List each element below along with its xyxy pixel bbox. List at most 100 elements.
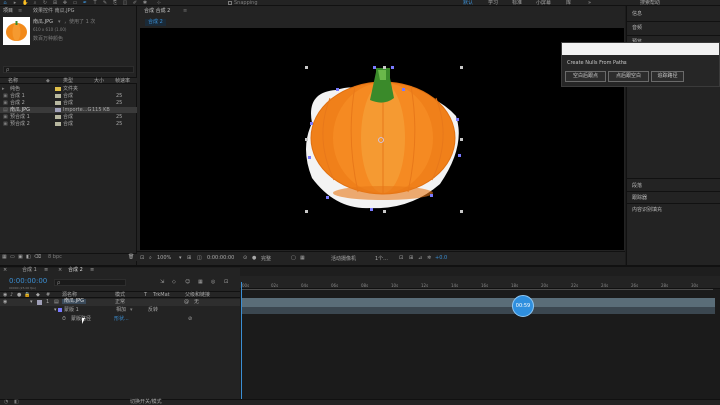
stopwatch-icon[interactable]: ⏱: [62, 317, 66, 322]
parent-dropdown[interactable]: 无: [194, 300, 199, 305]
mask-shape-value[interactable]: 形状...: [114, 317, 129, 322]
parent-pickwhip-icon[interactable]: @: [184, 300, 189, 305]
region-of-interest-icon[interactable]: ▢: [291, 255, 296, 261]
project-row[interactable]: ▣ 合成 2 合成 25: [0, 100, 137, 106]
layer-row[interactable]: ◉ ▾ 1 ▤ 南瓜.JPG 正常 @ 无: [0, 299, 240, 306]
panel-paragraph[interactable]: 段落: [632, 182, 642, 189]
project-settings-icon[interactable]: ◧: [26, 255, 31, 260]
graph-editor-icon[interactable]: ⊡: [224, 280, 228, 285]
trace-path-button[interactable]: 追踪路径: [651, 71, 684, 82]
motion-blur-icon[interactable]: ◎: [211, 280, 215, 285]
tab-menu-icon[interactable]: ≡: [44, 268, 48, 273]
column-size[interactable]: 大小: [94, 79, 104, 84]
views-dropdown[interactable]: 1个...: [375, 255, 388, 262]
shy-layers-icon[interactable]: ☺: [185, 280, 190, 285]
camera-dropdown[interactable]: 活动摄像机: [331, 255, 356, 262]
column-fps[interactable]: 帧速率: [115, 79, 130, 84]
always-preview-icon[interactable]: ⊡: [140, 255, 144, 261]
comp-mini-flowchart-icon[interactable]: ⇲: [160, 280, 164, 285]
nulls-follow-points-button[interactable]: 点后跟空白: [608, 71, 649, 82]
link-icon[interactable]: ⊘: [188, 317, 192, 322]
timeline-search-input[interactable]: ρ: [54, 279, 126, 286]
column-mode[interactable]: 模式: [115, 293, 125, 298]
bit-depth[interactable]: 8 bpc: [48, 255, 62, 260]
reset-exposure-icon[interactable]: ✲: [427, 255, 431, 261]
points-follow-nulls-button[interactable]: 空白后跟点: [565, 71, 606, 82]
column-t[interactable]: T: [144, 293, 147, 298]
playhead-time-marker[interactable]: 00:59: [512, 295, 534, 317]
column-type[interactable]: 类型: [63, 79, 73, 84]
delete-icon[interactable]: ⌫: [34, 255, 41, 260]
lock-switch-icon[interactable]: 🔒: [24, 293, 30, 298]
tab-menu-icon[interactable]: ≡: [90, 268, 94, 273]
project-search-input[interactable]: ρ: [3, 66, 134, 73]
new-composition-icon[interactable]: ▣: [18, 255, 23, 260]
comp-flowchart-icon[interactable]: ⊿: [418, 255, 422, 261]
panel-info[interactable]: 信息: [632, 10, 642, 17]
timeline-panel-icon[interactable]: ⊞: [409, 255, 413, 261]
current-time-indicator-line[interactable]: [241, 282, 242, 400]
tab-project[interactable]: 项目: [0, 7, 16, 16]
magnify-icon[interactable]: ⌕: [149, 255, 152, 261]
composition-canvas[interactable]: [140, 28, 624, 250]
mask-duration-bar[interactable]: [241, 307, 715, 314]
video-switch-icon[interactable]: ◉: [3, 293, 7, 298]
zoom-level[interactable]: 100%: [157, 255, 171, 261]
viewer-timecode[interactable]: 0:00:00:00: [207, 255, 234, 261]
mask-invert-checkbox[interactable]: 反转: [148, 308, 158, 313]
timeline-timecode[interactable]: 0:00:00:00: [9, 278, 47, 285]
item-usage-dropdown-icon[interactable]: ▾: [58, 20, 61, 25]
tab-comp1[interactable]: 合成 1: [22, 268, 37, 273]
project-row[interactable]: ▣ 预合成 1 合成 25: [0, 114, 137, 120]
layer-name[interactable]: 南瓜.JPG: [62, 299, 86, 304]
project-row[interactable]: ▣ 预合成 2 合成 25: [0, 121, 137, 127]
zoom-dropdown-icon[interactable]: ▾: [179, 255, 182, 261]
draft-3d-icon[interactable]: ◇: [172, 280, 176, 285]
tag-column-icon[interactable]: ◆: [46, 79, 50, 84]
panel-audio[interactable]: 音频: [632, 24, 642, 31]
expand-icon[interactable]: ▾: [54, 308, 57, 313]
interpret-footage-icon[interactable]: ▦: [2, 255, 7, 260]
transparency-grid-icon[interactable]: ▦: [300, 255, 305, 261]
snapping-checkbox[interactable]: [228, 1, 232, 5]
dropdown-icon[interactable]: ▾: [130, 308, 133, 313]
resolution-dropdown[interactable]: 完整: [261, 255, 271, 262]
fast-preview-icon[interactable]: ⊡: [399, 255, 403, 261]
frame-blending-icon[interactable]: ▦: [198, 280, 203, 285]
column-name[interactable]: 名称: [8, 79, 18, 84]
project-row-selected[interactable]: ▤ 南瓜.JPG Importe...G 115 KB: [0, 107, 137, 113]
layer-duration-bar[interactable]: [241, 298, 715, 307]
comp-navigator-chip[interactable]: 合成 2: [145, 19, 166, 26]
audio-switch-icon[interactable]: ♪: [10, 293, 13, 298]
mask-color-swatch[interactable]: [58, 308, 62, 312]
expand-icon[interactable]: ▾: [30, 300, 33, 305]
layer-label-color[interactable]: [37, 300, 42, 305]
tab-menu-icon[interactable]: ≡: [183, 9, 187, 14]
tab-menu-icon[interactable]: ×: [3, 268, 7, 273]
show-snapshot-icon[interactable]: ●: [252, 255, 256, 261]
grid-icon[interactable]: ⊞: [187, 255, 191, 261]
layer-switches-icon[interactable]: ◧: [14, 400, 19, 405]
exposure-value[interactable]: +0.0: [435, 255, 447, 261]
panel-menu-icon[interactable]: ≡: [622, 61, 626, 66]
panel-title-bar[interactable]: [562, 43, 719, 55]
mask-name[interactable]: 蒙版 1: [64, 308, 79, 313]
project-row[interactable]: ▣ 合成 1 合成 25: [0, 93, 137, 99]
column-parent[interactable]: 父级和链接: [185, 293, 210, 298]
column-trkmat[interactable]: TrkMat: [153, 293, 170, 298]
close-tab-icon[interactable]: ×: [58, 268, 62, 273]
tab-composition[interactable]: 合成 合成 2: [141, 7, 173, 16]
trash-icon[interactable]: 🗑: [128, 255, 134, 260]
mask-row[interactable]: ▾ 蒙版 1 相加 ▾ 反转: [0, 307, 240, 314]
snapshot-icon[interactable]: ⊙: [243, 255, 247, 261]
layer-mode-dropdown[interactable]: 正常: [115, 300, 125, 305]
panel-tracker[interactable]: 跟踪器: [632, 194, 647, 201]
toggle-switches-modes[interactable]: 切换开关/模式: [130, 400, 162, 405]
render-time-icon[interactable]: ◔: [4, 400, 8, 405]
tab-effects-controls[interactable]: 效果控件 南瓜.JPG: [30, 7, 78, 16]
mask-visibility-icon[interactable]: ◫: [197, 255, 202, 261]
time-ruler[interactable]: 00s 02s 04s 06s 08s 10s 12s 14s 16s 18s …: [240, 276, 720, 289]
label-column-icon[interactable]: ◆: [36, 293, 40, 298]
eye-icon[interactable]: ◉: [3, 300, 7, 305]
panel-content-aware-fill[interactable]: 内容识别填充: [632, 206, 662, 213]
